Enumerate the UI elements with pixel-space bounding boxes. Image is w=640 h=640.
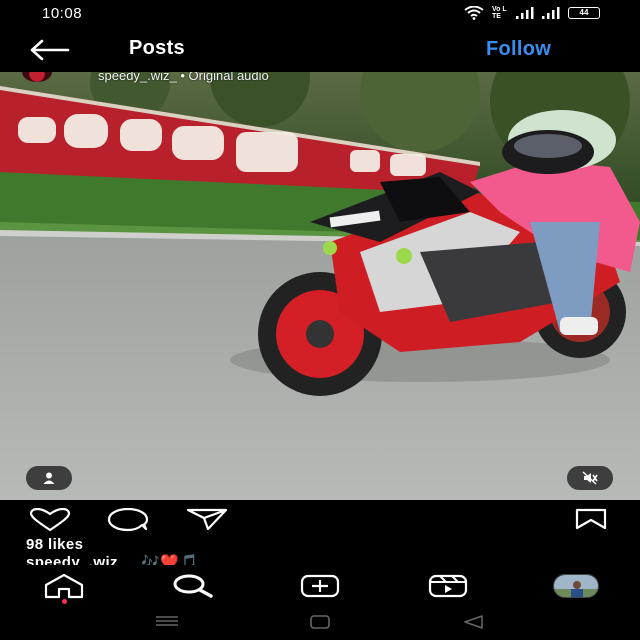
post-video-frame	[0, 72, 640, 500]
post-actions	[0, 500, 640, 538]
back-arrow-icon[interactable]	[28, 38, 72, 62]
search-icon	[173, 574, 213, 598]
person-icon	[43, 472, 55, 484]
status-time: 10:08	[42, 5, 83, 22]
bottom-nav	[0, 565, 640, 605]
volte-label: Vo LTE	[492, 6, 507, 20]
nav-reels[interactable]	[424, 571, 472, 601]
reels-icon	[428, 574, 468, 598]
save-bookmark-icon[interactable]	[574, 508, 608, 530]
tagged-people-button[interactable]	[26, 466, 72, 490]
wifi-icon	[464, 6, 484, 20]
follow-button[interactable]: Follow	[486, 38, 551, 61]
caption-emojis: 🎶❤️🎵	[141, 554, 199, 565]
home-icon	[44, 573, 84, 599]
post-media[interactable]: speedy_.wiz_ • Original audio	[0, 72, 640, 500]
signal-icon-1	[516, 7, 534, 19]
post-meta: speedy_.wiz_ • Original audio	[0, 72, 640, 86]
share-paper-plane-icon[interactable]	[186, 508, 228, 530]
caption: speedy_.wiz_ 🎶❤️🎵	[26, 553, 199, 565]
nav-search[interactable]	[168, 571, 216, 601]
author-avatar[interactable]	[22, 72, 52, 82]
nav-profile[interactable]	[552, 571, 600, 601]
create-plus-icon	[300, 574, 340, 598]
battery-level: 44	[579, 8, 589, 17]
system-back-icon[interactable]	[462, 615, 484, 629]
system-nav-bar	[0, 605, 640, 640]
mute-button[interactable]	[567, 466, 613, 490]
like-heart-icon[interactable]	[28, 508, 72, 532]
nav-home[interactable]	[40, 571, 88, 604]
page-title: Posts	[129, 37, 185, 59]
comment-icon[interactable]	[106, 508, 150, 532]
status-bar: 10:08 Vo LTE 44	[0, 0, 640, 26]
signal-icon-2	[542, 7, 560, 19]
battery-icon: 44	[568, 7, 600, 19]
nav-create[interactable]	[296, 571, 344, 601]
header: Posts Follow	[0, 26, 640, 72]
notification-dot	[62, 599, 67, 604]
recents-menu-icon[interactable]	[154, 615, 180, 627]
profile-photo	[554, 575, 598, 597]
system-home-icon[interactable]	[309, 615, 331, 629]
likes-count[interactable]: 98 likes	[26, 536, 83, 553]
speaker-muted-icon	[582, 471, 598, 485]
profile-avatar	[553, 574, 599, 598]
post-author-audio[interactable]: speedy_.wiz_ • Original audio	[98, 72, 269, 83]
caption-username[interactable]: speedy_.wiz_	[26, 554, 127, 565]
status-icons: Vo LTE 44	[464, 6, 600, 20]
